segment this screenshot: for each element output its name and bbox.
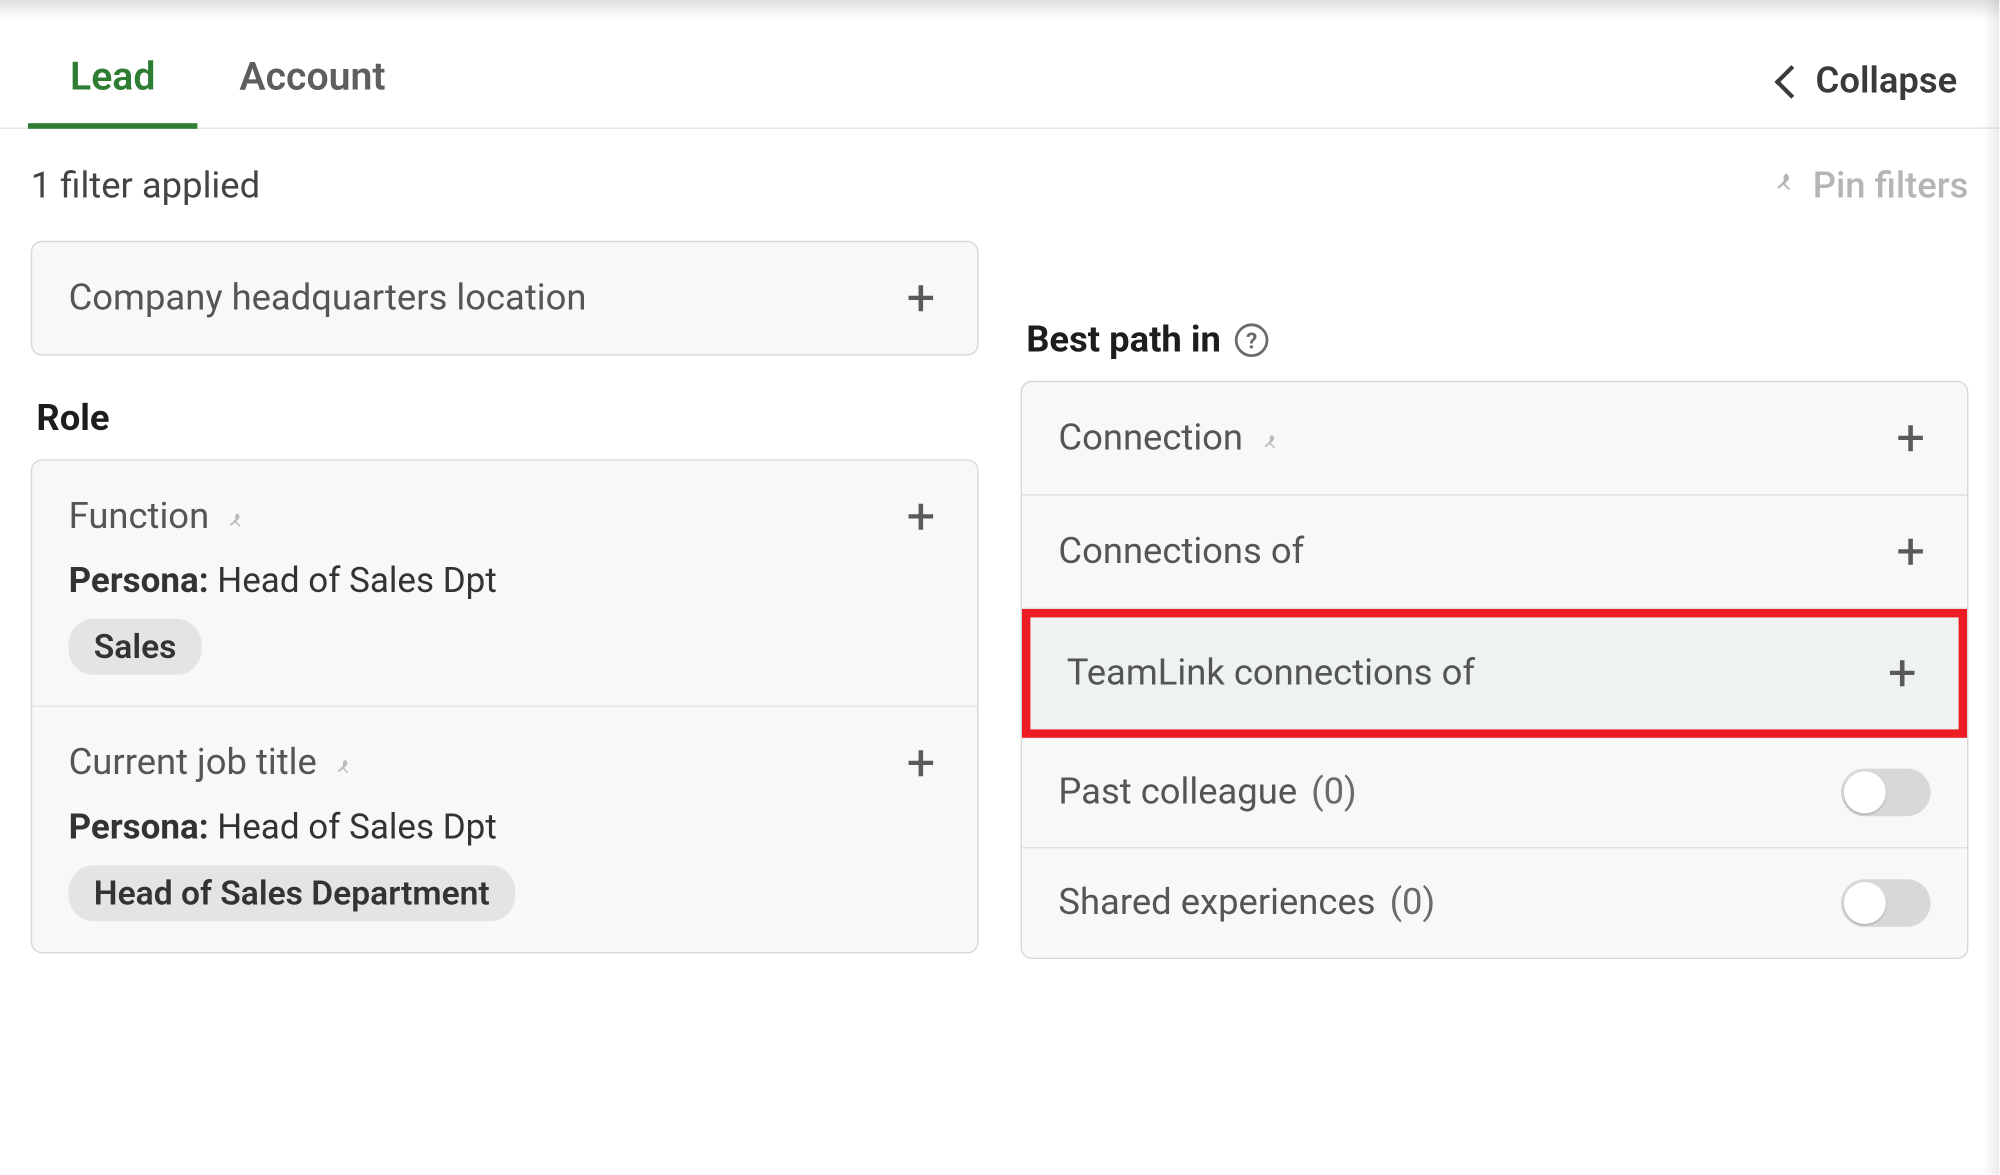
filter-function-label: Function [69, 496, 210, 538]
tab-account[interactable]: Account [197, 34, 427, 128]
toggle-past-colleague[interactable] [1841, 769, 1931, 817]
chip-head-of-sales-dept[interactable]: Head of Sales Department [69, 865, 515, 921]
tab-lead[interactable]: Lead [28, 34, 197, 128]
filter-past-colleague-count: (0) [1311, 771, 1357, 813]
filter-status-row: 1 filter applied Pin filters [0, 129, 1999, 221]
filter-current-job-title[interactable]: Current job title + Persona: Head of Sal… [32, 707, 977, 952]
filter-shared-exp-count: (0) [1390, 882, 1436, 924]
tabs-bar: Lead Account Collapse [0, 20, 1999, 129]
role-filter-box: Function + Persona: Head of Sales Dpt [31, 459, 979, 953]
filter-connection[interactable]: Connection + [1022, 382, 1967, 495]
collapse-button[interactable]: Collapse [1779, 60, 1971, 102]
plus-icon[interactable]: + [1891, 413, 1931, 463]
toggle-shared-experiences[interactable] [1841, 879, 1931, 927]
pin-icon [331, 750, 356, 775]
chevron-left-icon [1779, 64, 1799, 98]
plus-icon[interactable]: + [1882, 648, 1922, 698]
best-path-filter-box: Connection + Connections of + [1021, 381, 1969, 959]
plus-icon[interactable]: + [901, 273, 941, 323]
filter-connections-of-label: Connections of [1058, 531, 1304, 573]
right-column: Best path in ? Connection + [1021, 241, 1969, 959]
jobtitle-persona: Persona: Head of Sales Dpt [69, 808, 941, 849]
plus-icon[interactable]: + [901, 738, 941, 788]
filter-company-hq[interactable]: Company headquarters location + [31, 241, 979, 356]
section-best-path-in: Best path in ? [1026, 319, 1968, 361]
plus-icon[interactable]: + [901, 491, 941, 541]
pin-icon [1768, 171, 1799, 202]
filter-past-colleague[interactable]: Past colleague (0) [1022, 738, 1967, 849]
help-icon[interactable]: ? [1235, 323, 1269, 357]
chip-sales[interactable]: Sales [69, 619, 202, 675]
function-persona: Persona: Head of Sales Dpt [69, 561, 941, 602]
filter-shared-exp-label: Shared experiences [1058, 882, 1375, 924]
section-role: Role [36, 398, 978, 440]
pin-filters-button[interactable]: Pin filters [1768, 165, 1968, 207]
filter-company-hq-label: Company headquarters location [69, 277, 587, 319]
collapse-label: Collapse [1816, 60, 1958, 102]
filter-teamlink-label: TeamLink connections of [1067, 652, 1475, 694]
filter-connections-of[interactable]: Connections of + [1022, 496, 1967, 609]
filter-past-colleague-label: Past colleague [1058, 771, 1297, 813]
filter-shared-experiences[interactable]: Shared experiences (0) [1022, 848, 1967, 957]
filter-jobtitle-label: Current job title [69, 742, 317, 784]
left-column: Company headquarters location + Role Fun… [31, 241, 979, 959]
pin-filters-label: Pin filters [1813, 165, 1969, 207]
pin-icon [223, 504, 248, 529]
scrollbar-edge [1982, 0, 1999, 1175]
filter-teamlink-connections-of[interactable]: TeamLink connections of + [1022, 609, 1967, 738]
filter-connection-label: Connection [1058, 417, 1243, 459]
pin-icon [1257, 426, 1282, 451]
filters-applied-text: 1 filter applied [31, 165, 260, 207]
filter-function[interactable]: Function + Persona: Head of Sales Dpt [32, 461, 977, 707]
plus-icon[interactable]: + [1891, 526, 1931, 576]
